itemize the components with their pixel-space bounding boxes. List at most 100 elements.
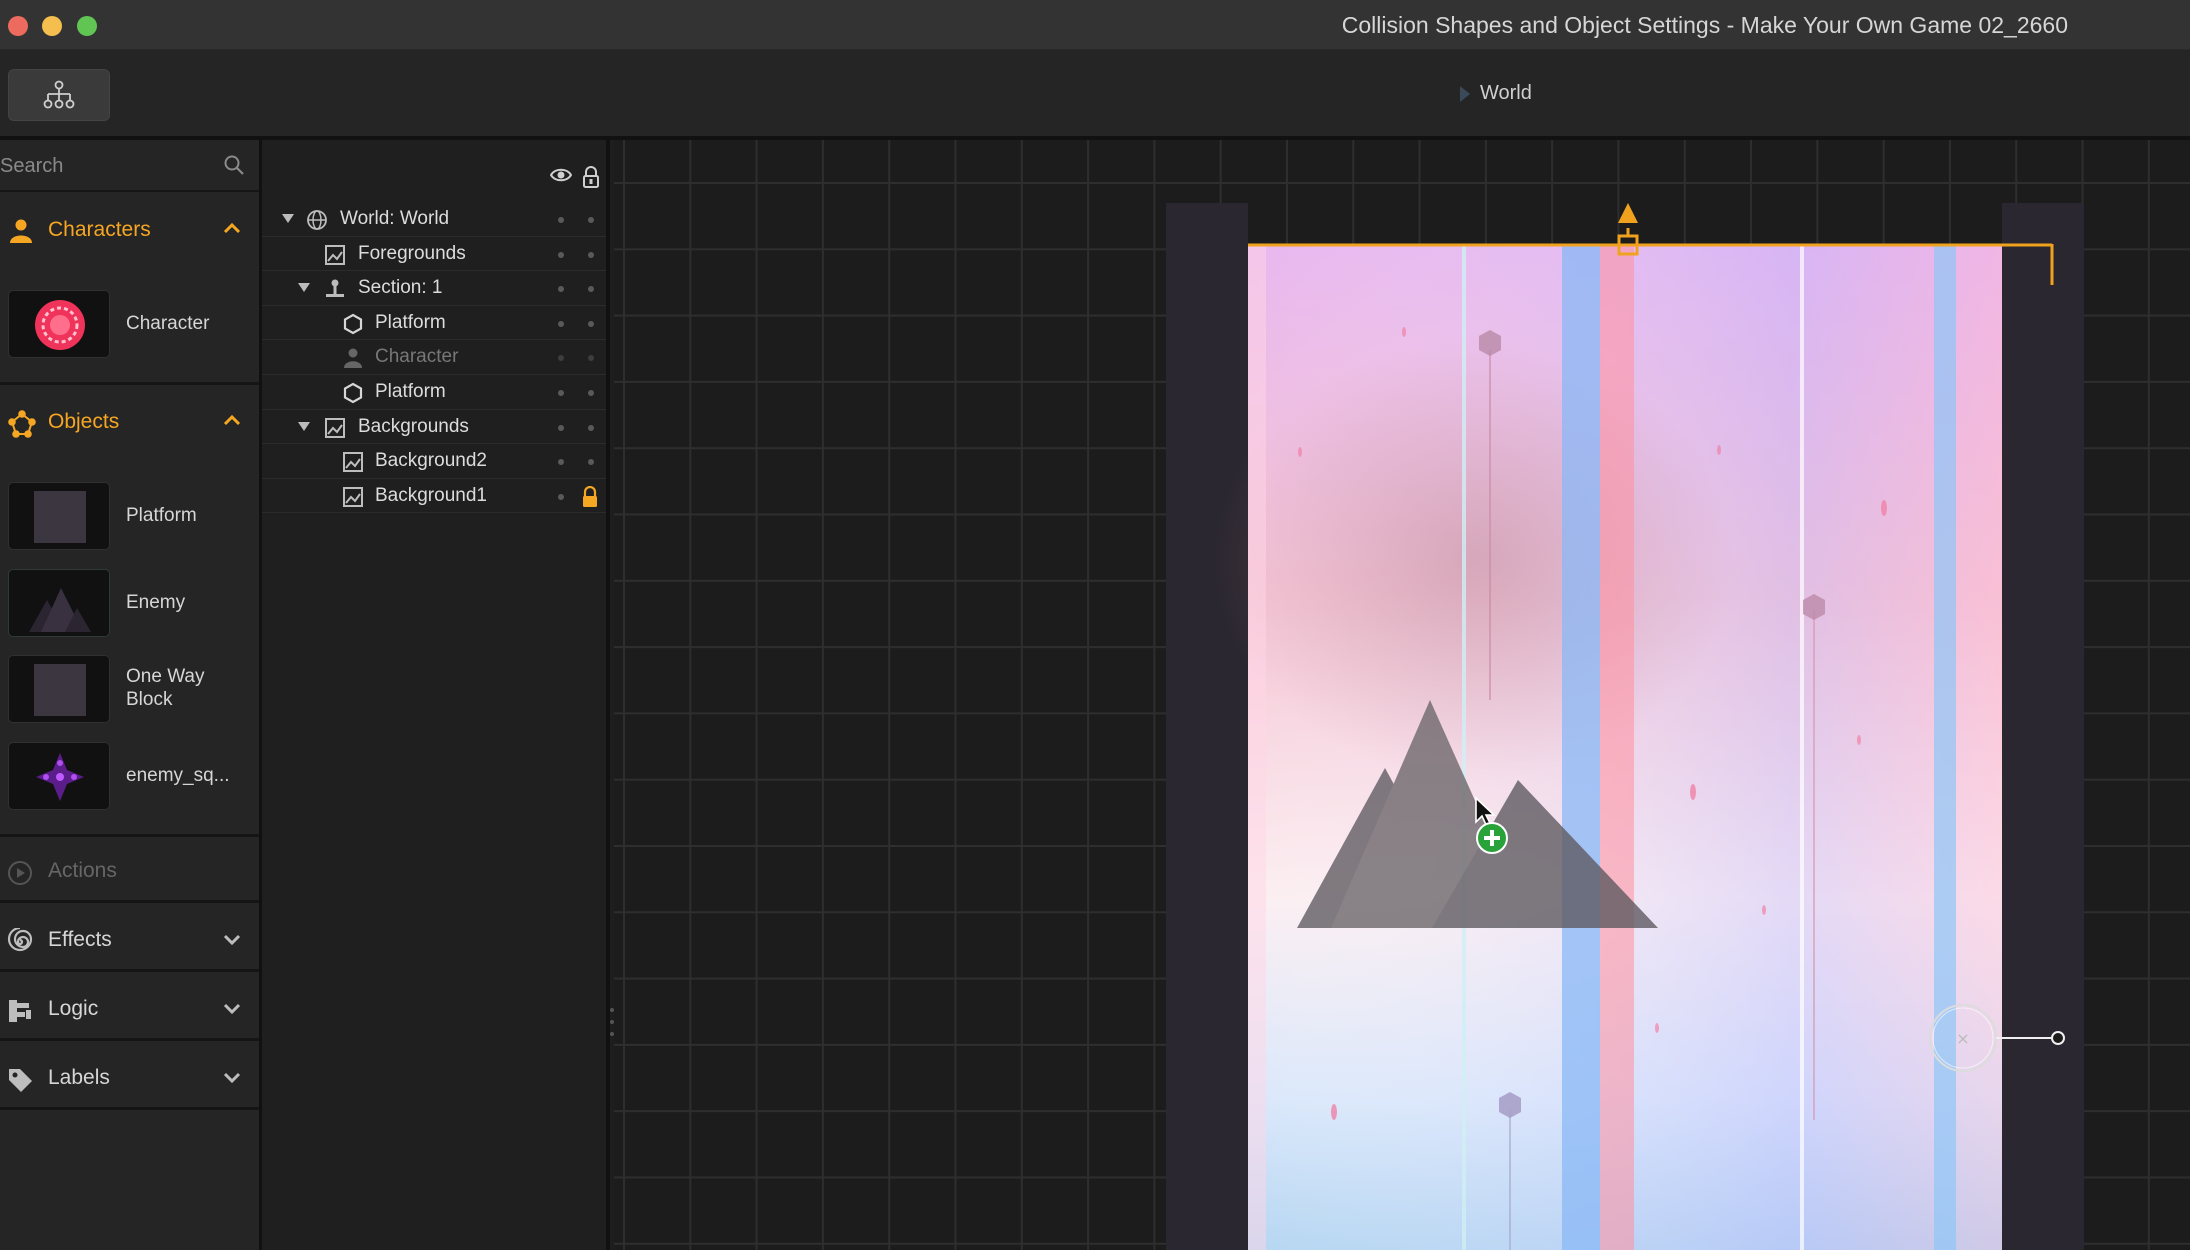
- disclosure-triangle-icon[interactable]: [298, 283, 310, 293]
- actions-section-header: Actions: [0, 837, 259, 903]
- spiky-enemy-icon: [36, 753, 84, 801]
- hierarchy-tools: [550, 166, 600, 188]
- visibility-dot[interactable]: [558, 286, 564, 293]
- objects-icon: [8, 410, 36, 438]
- lock-dot[interactable]: [588, 355, 594, 362]
- asset-panel: Characters Character Objects: [0, 140, 262, 1250]
- tree-row-label: Background1: [375, 484, 487, 506]
- person-icon: [10, 219, 32, 243]
- scene-canvas[interactable]: ×: [614, 140, 2190, 1250]
- visibility-dot[interactable]: [558, 493, 564, 500]
- visibility-dot[interactable]: [558, 459, 564, 466]
- logic-icon: [9, 1000, 31, 1022]
- tree-row-label: Section: 1: [358, 277, 443, 299]
- characters-section-header[interactable]: Characters: [0, 196, 259, 264]
- asset-item-enemy-square[interactable]: enemy_sq...: [0, 736, 259, 816]
- tree-row-background2[interactable]: Background2: [262, 444, 606, 479]
- tree-row-platform[interactable]: Platform: [262, 306, 606, 341]
- tree-row-character[interactable]: Character: [262, 340, 606, 375]
- image-icon: [325, 417, 345, 438]
- hexagon-icon: [343, 382, 363, 404]
- section-divider: [0, 382, 259, 385]
- disclosure-triangle-icon[interactable]: [282, 214, 294, 223]
- tree-row-label: Foregrounds: [358, 242, 466, 264]
- tree-row-section[interactable]: Section: 1: [262, 271, 606, 306]
- visibility-dot[interactable]: [558, 217, 564, 223]
- lock-dot[interactable]: [588, 459, 594, 466]
- enemy-square-thumbnail: [8, 742, 110, 810]
- tree-row-background1[interactable]: Background1: [262, 479, 606, 514]
- lock-dot[interactable]: [588, 217, 594, 223]
- tree-row-world[interactable]: World: World: [262, 202, 606, 237]
- search-bar: [0, 140, 259, 192]
- scene-view: ×: [1166, 203, 2084, 1250]
- lock-icon[interactable]: [581, 485, 599, 508]
- visibility-dot[interactable]: [558, 389, 564, 396]
- asset-name: Character: [126, 313, 210, 334]
- image-icon: [325, 244, 345, 265]
- chevron-up-icon: [223, 414, 241, 426]
- hexagon-icon: [343, 313, 363, 335]
- tree-row-label: Character: [375, 346, 459, 368]
- image-icon: [343, 486, 363, 507]
- lock-dot[interactable]: [588, 389, 594, 396]
- lock-icon[interactable]: [582, 166, 600, 188]
- toolbar: World: [0, 50, 2190, 140]
- tree-row-label: Backgrounds: [358, 415, 469, 437]
- disclosure-triangle-icon[interactable]: [298, 421, 310, 431]
- tree-row-label: Platform: [375, 311, 446, 333]
- chevron-down-icon: [223, 934, 241, 946]
- asset-name: Enemy: [126, 592, 186, 613]
- right-wall: [2002, 203, 2084, 1250]
- tree-row-label: Background2: [375, 450, 487, 472]
- labels-section-label: Labels: [48, 1066, 110, 1089]
- asset-item-character[interactable]: Character: [0, 284, 259, 364]
- anchor-icon: [326, 279, 344, 298]
- objects-section-label: Objects: [48, 410, 120, 433]
- play-circle-icon: [8, 861, 32, 885]
- tree-row-backgrounds[interactable]: Backgrounds: [262, 410, 606, 445]
- maximize-window-button[interactable]: [77, 16, 97, 36]
- search-icon[interactable]: [223, 154, 245, 176]
- chevron-down-icon: [223, 1003, 241, 1015]
- character-thumbnail: [8, 290, 110, 358]
- visibility-dot[interactable]: [558, 251, 564, 258]
- lock-dot[interactable]: [588, 251, 594, 258]
- close-window-button[interactable]: [8, 16, 28, 36]
- tree-row-label: World: World: [340, 208, 450, 229]
- tree-row-platform[interactable]: Platform: [262, 375, 606, 410]
- asset-name: Platform: [126, 505, 197, 526]
- breadcrumb-world[interactable]: World: [1480, 82, 1532, 105]
- hierarchy-tree: World: World Foregrounds Section: 1 Plat…: [262, 202, 606, 514]
- image-icon: [343, 452, 363, 473]
- search-input[interactable]: [0, 148, 210, 184]
- lock-dot[interactable]: [588, 424, 594, 431]
- chevron-up-icon: [223, 222, 241, 234]
- arrow-up-icon[interactable]: [1618, 203, 1638, 223]
- logic-section-header[interactable]: Logic: [0, 975, 259, 1041]
- title-bar: Collision Shapes and Object Settings - M…: [0, 0, 2190, 50]
- visibility-dot[interactable]: [558, 355, 564, 362]
- one-way-block-thumbnail: [8, 655, 110, 723]
- hierarchy-toggle-button[interactable]: [8, 69, 110, 121]
- labels-section-header[interactable]: Labels: [0, 1044, 259, 1110]
- effects-section-header[interactable]: Effects: [0, 906, 259, 972]
- eye-icon[interactable]: [550, 166, 572, 184]
- breadcrumb: World: [1460, 82, 1532, 105]
- background-layer[interactable]: [1214, 245, 2002, 1250]
- minimize-window-button[interactable]: [42, 16, 62, 36]
- visibility-dot[interactable]: [558, 320, 564, 327]
- lock-dot[interactable]: [588, 286, 594, 293]
- tag-icon: [9, 1069, 32, 1092]
- person-icon: [344, 348, 362, 369]
- asset-item-enemy[interactable]: Enemy: [0, 563, 259, 643]
- tree-row-label: Platform: [375, 380, 446, 402]
- objects-section-header[interactable]: Objects: [0, 388, 259, 456]
- asset-item-platform[interactable]: Platform: [0, 476, 259, 556]
- lock-dot[interactable]: [588, 320, 594, 327]
- svg-text:×: ×: [1956, 1029, 1969, 1048]
- breadcrumb-arrow-icon: [1460, 85, 1470, 102]
- visibility-dot[interactable]: [558, 424, 564, 431]
- asset-item-one-way-block[interactable]: One Way Block: [0, 649, 259, 729]
- tree-row-foregrounds[interactable]: Foregrounds: [262, 237, 606, 272]
